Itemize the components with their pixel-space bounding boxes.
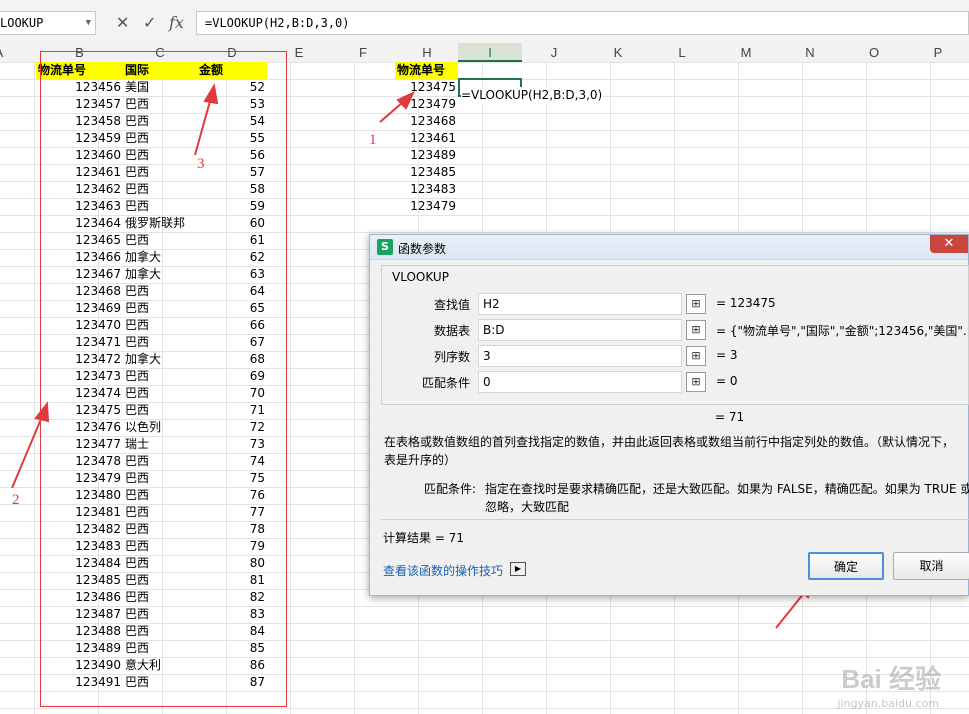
param-input[interactable]: B:D — [478, 319, 682, 341]
function-args-dialog: S 函数参数 ✕ VLOOKUP 查找值 H2 ⊞ = 123475 数据表 B:D ⊞ = … — [369, 234, 969, 596]
dialog-titlebar[interactable]: S 函数参数 ✕ — [370, 235, 968, 260]
annotation-3: 3 — [197, 156, 205, 172]
param-result: = 0 — [716, 374, 738, 388]
param-input[interactable]: 0 — [478, 371, 682, 393]
arrow-3-head — [203, 83, 219, 105]
range-select-icon[interactable]: ⊞ — [686, 346, 706, 366]
param-row: 匹配条件 0 ⊞ = 0 — [370, 371, 969, 393]
arrow-2 — [11, 411, 45, 489]
video-icon[interactable]: ▶ — [510, 562, 526, 576]
param-result: = {"物流单号","国际","金额";123456,"美国"... — [716, 324, 966, 338]
function-description: 在表格或数值数组的首列查找指定的数值，并由此返回表格或数组当前行中指定列处的数值… — [384, 435, 955, 467]
param-description: 指定在查找时是要求精确匹配，还是大致匹配。如果为 FALSE，精确匹配。如果为 … — [485, 480, 969, 516]
arrow-3 — [194, 93, 213, 156]
param-desc-line-1: 指定在查找时是要求精确匹配，还是大致匹配。如果为 FALSE，精确匹配。如果为 … — [485, 482, 969, 496]
annotation-2: 2 — [12, 492, 20, 508]
divider — [381, 519, 969, 520]
param-row: 数据表 B:D ⊞ = {"物流单号","国际","金额";123456,"美国"..… — [370, 319, 969, 341]
param-result: = 3 — [716, 348, 738, 362]
watermark-logo: Bai 经验 — [841, 664, 941, 694]
param-label: 数据表 — [433, 324, 470, 338]
wps-logo-icon: S — [377, 239, 393, 255]
param-input[interactable]: 3 — [478, 345, 682, 367]
overall-result: = 71 — [715, 410, 745, 424]
range-select-icon[interactable]: ⊞ — [686, 372, 706, 392]
cancel-button[interactable]: 取消 — [893, 552, 969, 580]
calc-result: 计算结果 = 71 — [383, 531, 464, 545]
param-result: = 123475 — [716, 296, 776, 310]
close-icon[interactable]: ✕ — [930, 235, 968, 253]
param-row: 查找值 H2 ⊞ = 123475 — [370, 293, 969, 315]
param-label: 列序数 — [433, 350, 470, 364]
range-select-icon[interactable]: ⊞ — [686, 320, 706, 340]
watermark-url: jingyan.baidu.com — [837, 697, 939, 710]
dialog-title: 函数参数 — [398, 242, 447, 256]
help-link[interactable]: 查看该函数的操作技巧 — [383, 562, 503, 579]
param-row: 列序数 3 ⊞ = 3 — [370, 345, 969, 367]
param-label: 匹配条件: — [424, 482, 477, 496]
group-title: VLOOKUP — [392, 270, 449, 284]
param-desc-line-2: 忽略，大致匹配 — [485, 500, 570, 514]
param-label: 查找值 — [433, 298, 470, 312]
arrow-2-head — [34, 401, 50, 423]
range-select-icon[interactable]: ⊞ — [686, 294, 706, 314]
param-label: 匹配条件 — [421, 376, 470, 390]
param-input[interactable]: H2 — [478, 293, 682, 315]
ok-button[interactable]: 确定 — [808, 552, 884, 580]
annotation-1: 1 — [369, 132, 377, 148]
